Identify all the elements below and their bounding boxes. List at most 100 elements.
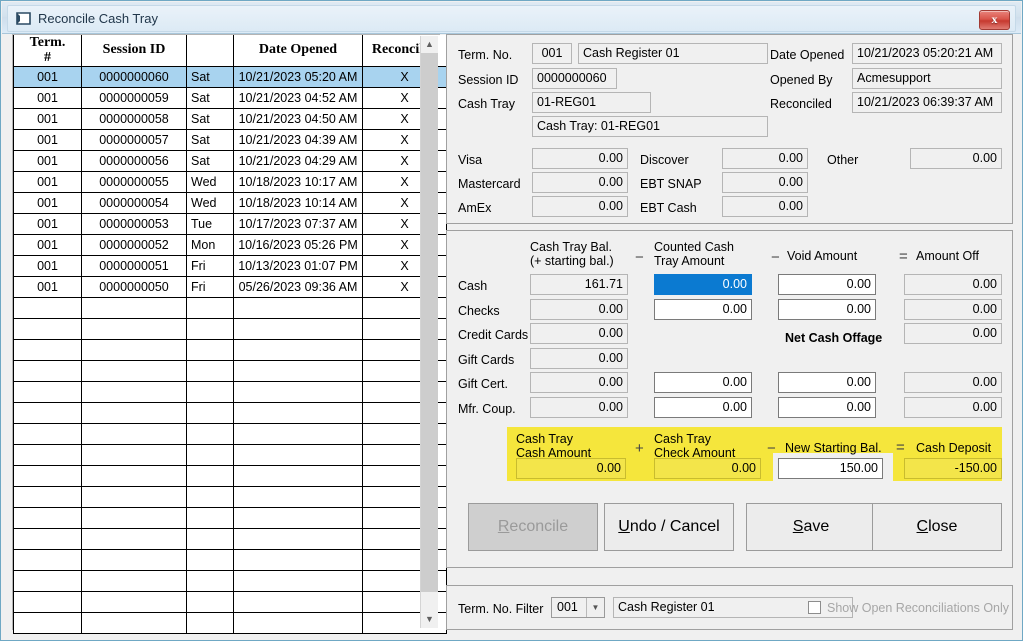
col-header-cash-deposit: Cash Deposit xyxy=(916,441,992,455)
table-row[interactable] xyxy=(13,612,447,634)
cell-term: 001 xyxy=(13,255,82,277)
col-header-amount-off: Amount Off xyxy=(916,249,979,263)
void-amount-field[interactable]: 0.00 xyxy=(778,372,876,393)
reconciled-field: 10/21/2023 06:39:37 AM xyxy=(852,92,1002,113)
table-row[interactable] xyxy=(13,570,447,592)
reconcile-button[interactable]: Reconcile xyxy=(468,503,598,551)
table-row[interactable]: 001 0000000057 Sat 10/21/2023 04:39 AM X xyxy=(13,129,447,151)
session-id-field[interactable]: 0000000060 xyxy=(532,68,617,89)
void-amount-field[interactable]: 0.00 xyxy=(778,298,876,320)
cell-term: 001 xyxy=(13,150,82,172)
table-row[interactable]: 001 0000000056 Sat 10/21/2023 04:29 AM X xyxy=(13,150,447,172)
cash-tray-bal-field: 0.00 xyxy=(530,372,628,393)
cash-tray-description-field[interactable]: Cash Tray: 01-REG01 xyxy=(532,116,768,137)
table-row[interactable]: 001 0000000059 Sat 10/21/2023 04:52 AM X xyxy=(13,87,447,109)
cell-date-opened: 10/21/2023 04:39 AM xyxy=(233,129,363,151)
table-row[interactable] xyxy=(13,528,447,550)
table-row[interactable]: 001 0000000058 Sat 10/21/2023 04:50 AM X xyxy=(13,108,447,130)
cell-date-opened xyxy=(233,465,363,487)
save-button[interactable]: Save xyxy=(746,503,876,551)
table-row[interactable] xyxy=(13,339,447,361)
reconcile-row-label: Checks xyxy=(458,303,500,318)
counted-cash-tray-amount-field[interactable]: 0.00 xyxy=(654,274,752,295)
table-row[interactable] xyxy=(13,591,447,613)
term-no-field[interactable]: 001 xyxy=(532,43,572,64)
table-row[interactable] xyxy=(13,297,447,319)
table-row[interactable] xyxy=(13,465,447,487)
cell-term xyxy=(13,570,82,592)
term-no-filter-select[interactable]: 001 ▼ xyxy=(551,597,605,618)
term-no-filter-label: Term. No. Filter xyxy=(458,602,544,616)
table-row[interactable] xyxy=(13,444,447,466)
table-row[interactable]: 001 0000000053 Tue 10/17/2023 07:37 AM X xyxy=(13,213,447,235)
cell-term: 001 xyxy=(13,276,82,298)
cell-day: Sat xyxy=(186,150,234,172)
new-starting-bal-field[interactable]: 150.00 xyxy=(778,458,883,479)
cell-day: Sat xyxy=(186,108,234,130)
table-row[interactable] xyxy=(13,549,447,571)
counted-cash-tray-amount-field[interactable]: 0.00 xyxy=(654,298,752,320)
cash-tray-field[interactable]: 01-REG01 xyxy=(532,92,651,113)
cell-day xyxy=(186,402,234,424)
operator-minus-2: − xyxy=(771,249,780,266)
discover-label: Discover xyxy=(640,153,689,167)
cell-session-id xyxy=(81,297,187,319)
reconcile-row-label: Cash xyxy=(458,279,488,293)
table-row[interactable] xyxy=(13,318,447,340)
scroll-down-icon[interactable]: ▼ xyxy=(421,611,438,628)
cell-day xyxy=(186,591,234,613)
void-amount-field[interactable]: 0.00 xyxy=(778,274,876,295)
table-row[interactable]: 001 0000000054 Wed 10/18/2023 10:14 AM X xyxy=(13,192,447,214)
term-no-label: Term. No. xyxy=(458,48,513,62)
grid-vertical-scrollbar[interactable]: ▲ ▼ xyxy=(420,36,438,628)
table-row[interactable] xyxy=(13,360,447,382)
cell-session-id: 0000000057 xyxy=(81,129,187,151)
term-no-filter-value: 001 xyxy=(557,600,578,614)
close-button[interactable]: Close xyxy=(872,503,1002,551)
table-row[interactable]: 001 0000000051 Fri 10/13/2023 01:07 PM X xyxy=(13,255,447,277)
void-amount-field[interactable]: 0.00 xyxy=(778,396,876,418)
cash-tray-cash-amount-field[interactable]: 0.00 xyxy=(516,458,626,479)
scrollbar-thumb[interactable] xyxy=(421,53,438,592)
visa-label: Visa xyxy=(458,153,483,167)
cell-day xyxy=(186,318,234,340)
term-name-field[interactable]: Cash Register 01 xyxy=(578,43,768,64)
table-row[interactable] xyxy=(13,381,447,403)
table-row[interactable]: 001 0000000055 Wed 10/18/2023 10:17 AM X xyxy=(13,171,447,193)
cell-session-id xyxy=(81,318,187,340)
cell-date-opened: 10/13/2023 01:07 PM xyxy=(233,255,363,277)
undo-cancel-button[interactable]: Undo / Cancel xyxy=(604,503,734,551)
cell-term: 001 xyxy=(13,171,82,193)
column-header-term: Term. # xyxy=(13,35,82,67)
scroll-up-icon[interactable]: ▲ xyxy=(421,36,438,53)
cell-term xyxy=(13,486,82,508)
cell-day xyxy=(186,549,234,571)
cell-day: Sat xyxy=(186,87,234,109)
cash-tray-bal-field: 0.00 xyxy=(530,347,628,369)
table-row[interactable] xyxy=(13,402,447,424)
cash-tray-label: Cash Tray xyxy=(458,97,515,111)
cash-tray-bal-field: 0.00 xyxy=(530,323,628,344)
cell-session-id: 0000000055 xyxy=(81,171,187,193)
date-opened-label: Date Opened xyxy=(770,48,845,62)
cell-date-opened: 10/18/2023 10:17 AM xyxy=(233,171,363,193)
table-row[interactable]: 001 0000000060 Sat 10/21/2023 05:20 AM X xyxy=(13,66,447,88)
cell-term: 001 xyxy=(13,213,82,235)
cell-term: 001 xyxy=(13,192,82,214)
cash-tray-check-amount-field[interactable]: 0.00 xyxy=(654,458,761,479)
show-open-reconciliations-checkbox[interactable] xyxy=(808,601,821,614)
chevron-down-icon[interactable]: ▼ xyxy=(586,598,604,617)
cell-session-id: 0000000058 xyxy=(81,108,187,130)
counted-cash-tray-amount-field[interactable]: 0.00 xyxy=(654,372,752,393)
table-row[interactable]: 001 0000000050 Fri 05/26/2023 09:36 AM X xyxy=(13,276,447,298)
cell-date-opened xyxy=(233,381,363,403)
sessions-table: Term. # Session ID Date Opened Reconciled… xyxy=(13,35,447,634)
table-row[interactable] xyxy=(13,486,447,508)
counted-cash-tray-amount-field[interactable]: 0.00 xyxy=(654,396,752,418)
cell-date-opened xyxy=(233,612,363,634)
table-row[interactable]: 001 0000000052 Mon 10/16/2023 05:26 PM X xyxy=(13,234,447,256)
table-row[interactable] xyxy=(13,507,447,529)
close-window-button[interactable]: x xyxy=(979,10,1010,30)
cell-term: 001 xyxy=(13,87,82,109)
table-row[interactable] xyxy=(13,423,447,445)
